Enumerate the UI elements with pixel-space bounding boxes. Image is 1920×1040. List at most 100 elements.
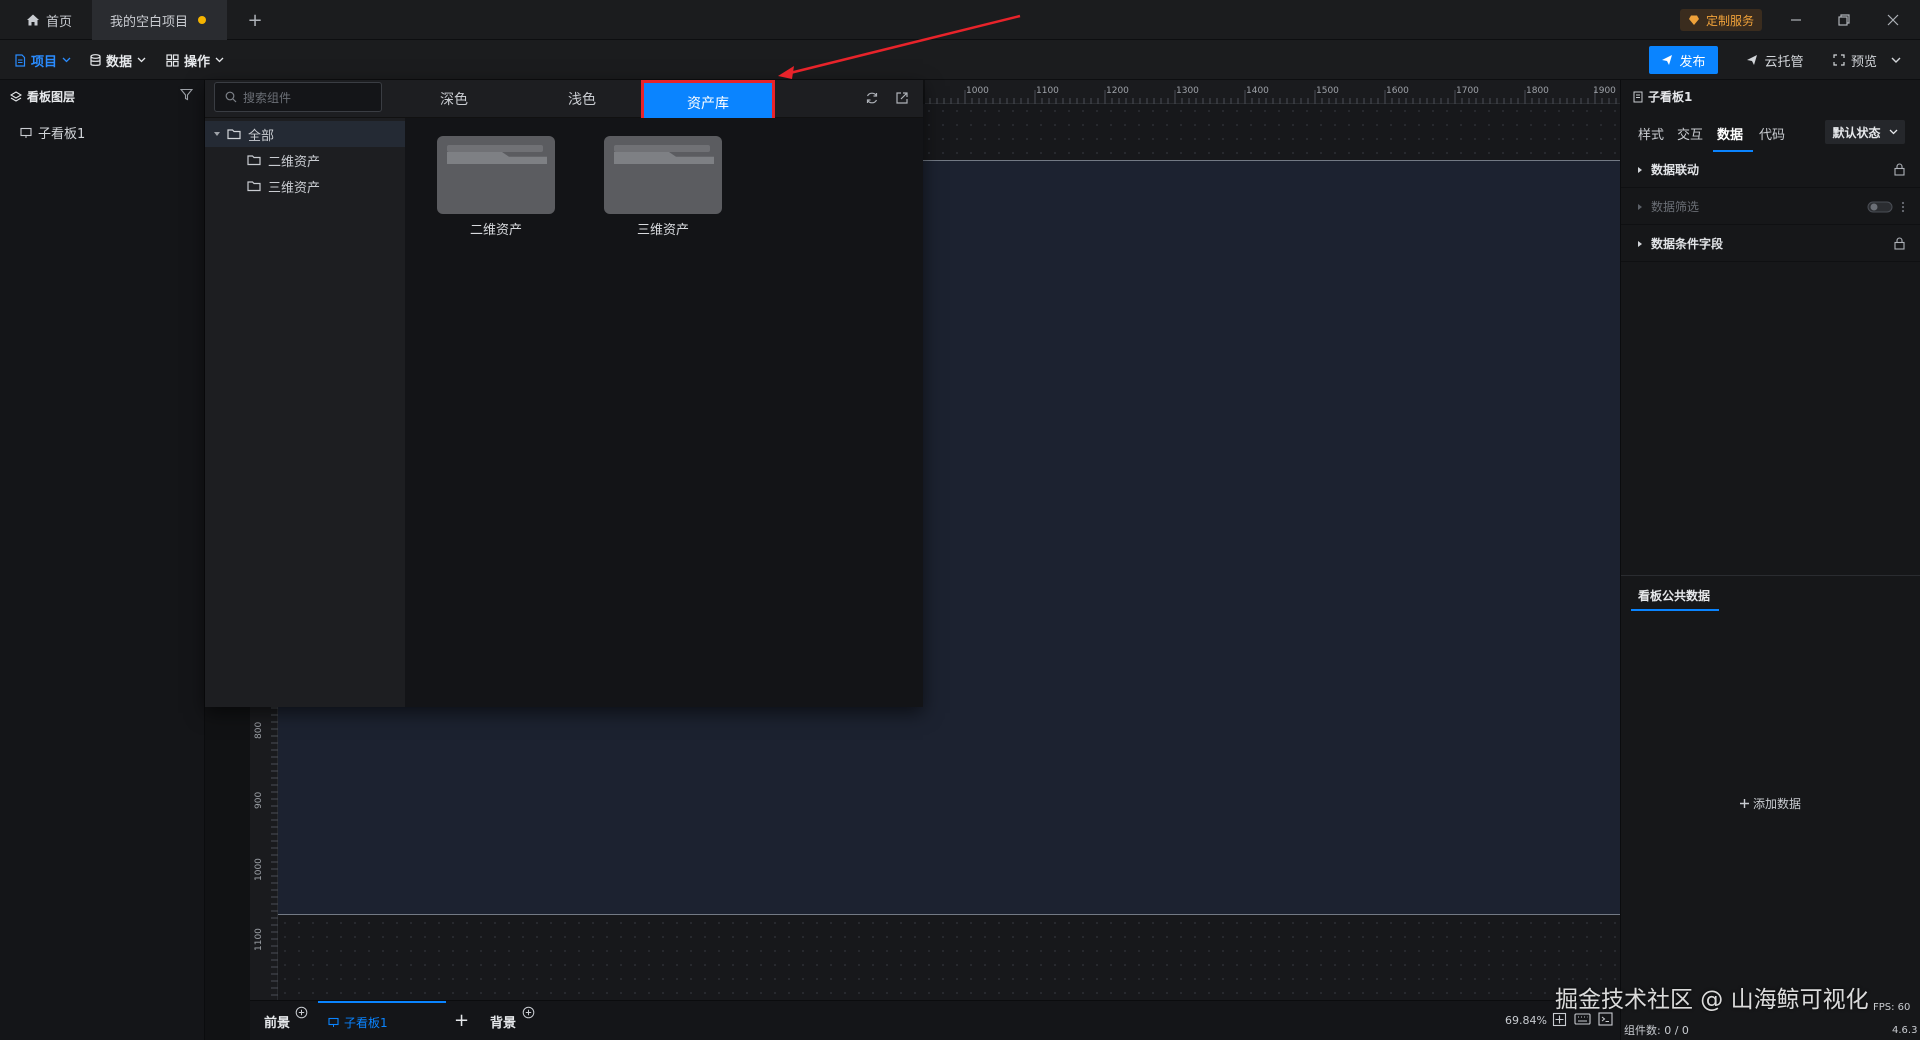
unsaved-dot	[198, 16, 207, 24]
more-vertical-icon[interactable]	[1901, 201, 1905, 213]
property-panel-title: 子看板1	[1648, 90, 1693, 104]
keyboard-icon[interactable]	[1574, 1013, 1591, 1029]
ruler-tick-label: 1700	[1456, 86, 1479, 96]
ruler-tick-label: 900	[254, 791, 264, 809]
board-icon	[20, 127, 32, 139]
caret-right-icon	[1637, 240, 1643, 248]
ruler-tick-label: 1000	[966, 86, 989, 96]
menu-project[interactable]: 项目	[14, 50, 71, 70]
restore-icon	[1838, 14, 1850, 26]
refresh-button[interactable]	[865, 91, 879, 109]
tab-dark[interactable]: 深色	[399, 80, 509, 118]
home-icon	[26, 13, 40, 27]
asset-popup-header: 搜索组件 深色 浅色 资产库	[205, 80, 923, 126]
menu-operation-label: 操作	[184, 54, 211, 70]
tree-item-2d-label: 二维资产	[268, 154, 321, 170]
tab-data[interactable]: 数据	[1717, 124, 1743, 143]
version-label: 4.6.3	[1892, 1025, 1918, 1036]
scene-bar: 前景 子看板1 + 背景 69.84%	[250, 1000, 1620, 1040]
folder-icon	[247, 180, 262, 192]
tab-public-data[interactable]: 看板公共数据	[1638, 587, 1710, 604]
tab-home-label: 首页	[46, 14, 73, 30]
search-input[interactable]: 搜索组件	[214, 82, 382, 112]
fit-screen-icon[interactable]	[1552, 1012, 1567, 1031]
add-data-button[interactable]: 添加数据	[1739, 795, 1801, 812]
search-placeholder: 搜索组件	[243, 90, 292, 105]
ruler-tick-label: 1400	[1246, 86, 1269, 96]
section-label: 数据条件字段	[1651, 237, 1724, 251]
state-select[interactable]: 默认状态	[1825, 120, 1905, 144]
tree-item-all[interactable]: 全部	[205, 121, 405, 147]
terminal-icon[interactable]	[1598, 1012, 1613, 1030]
asset-folder-2d[interactable]: 二维资产	[437, 136, 555, 238]
tab-style[interactable]: 样式	[1638, 124, 1664, 143]
tab-home[interactable]: 首页	[8, 0, 90, 40]
add-sub-board-button[interactable]: +	[454, 1012, 469, 1030]
folder-open-icon	[227, 128, 242, 140]
folder-icon	[247, 154, 262, 166]
ruler-tick-label: 1600	[1386, 86, 1409, 96]
section-data-filter[interactable]: 数据筛选	[1621, 189, 1920, 225]
layer-item[interactable]: 子看板1	[20, 123, 85, 142]
foreground-tab[interactable]: 前景	[264, 1012, 290, 1031]
add-circle-icon[interactable]	[295, 1006, 308, 1023]
asset-folder-3d[interactable]: 三维资产	[604, 136, 722, 238]
layer-panel: 看板图层 子看板1	[0, 80, 205, 1040]
send-icon	[1746, 54, 1758, 66]
restore-button[interactable]	[1829, 8, 1859, 32]
zoom-level[interactable]: 69.84%	[1505, 1014, 1547, 1027]
tab-project-label: 我的空白项目	[110, 14, 189, 30]
active-tab-indicator	[1631, 609, 1719, 611]
ruler-tick-label: 800	[254, 721, 264, 739]
search-icon	[225, 91, 237, 103]
section-data-linkage[interactable]: 数据联动	[1621, 152, 1920, 188]
ruler-tick-label: 1300	[1176, 86, 1199, 96]
tab-code[interactable]: 代码	[1759, 124, 1785, 143]
chevron-down-icon	[62, 57, 71, 63]
cloud-hosting-button[interactable]: 云托管	[1730, 46, 1820, 74]
tab-interaction[interactable]: 交互	[1677, 124, 1703, 143]
caret-down-icon	[213, 130, 221, 138]
send-icon	[1661, 54, 1673, 66]
lock-icon[interactable]	[1894, 237, 1905, 250]
tree-item-2d[interactable]: 二维资产	[247, 147, 320, 173]
component-count: 组件数: 0 / 0	[1624, 1024, 1689, 1037]
publish-button[interactable]: 发布	[1649, 46, 1718, 74]
chevron-down-icon	[215, 57, 224, 63]
custom-service-button[interactable]: 定制服务	[1680, 9, 1763, 31]
filter-button[interactable]	[179, 88, 194, 105]
asset-popup: 搜索组件 深色 浅色 资产库 全部 二维资产 三维资产 二维资产 三维资产	[205, 80, 923, 707]
preview-button[interactable]: 预览	[1822, 46, 1912, 74]
database-icon	[90, 53, 101, 67]
new-tab-button[interactable]: +	[245, 10, 265, 31]
menu-operation[interactable]: 操作	[166, 50, 224, 70]
minimize-button[interactable]	[1781, 8, 1811, 32]
menu-data[interactable]: 数据	[90, 50, 146, 70]
asset-tree: 全部 二维资产 三维资产	[205, 118, 405, 707]
external-link-icon	[896, 92, 908, 104]
ruler-tick-label: 1900	[1593, 86, 1616, 96]
tab-project[interactable]: 我的空白项目	[92, 0, 227, 40]
tree-item-3d-label: 三维资产	[268, 180, 321, 196]
tab-asset-library-label: 资产库	[687, 96, 729, 112]
export-button[interactable]	[895, 91, 909, 109]
ruler-left: 800 900 1000 1100	[250, 705, 278, 1000]
property-panel-header: 子看板1	[1633, 88, 1692, 105]
lock-icon[interactable]	[1894, 163, 1905, 176]
menu-data-label: 数据	[106, 54, 133, 70]
close-button[interactable]	[1878, 8, 1908, 32]
folder-thumbnail-icon	[437, 136, 555, 214]
sub-board-tab[interactable]: 子看板1	[318, 1001, 446, 1040]
tree-item-3d[interactable]: 三维资产	[247, 173, 320, 199]
close-icon	[1887, 14, 1899, 26]
background-tab[interactable]: 背景	[490, 1012, 516, 1031]
custom-service-label: 定制服务	[1706, 13, 1755, 28]
add-circle-icon[interactable]	[522, 1006, 535, 1023]
asset-folder-label: 三维资产	[636, 223, 689, 238]
folder-thumbnail-icon	[604, 136, 722, 214]
sub-board-label: 子看板1	[344, 1015, 388, 1030]
section-data-condition-fields[interactable]: 数据条件字段	[1621, 226, 1920, 262]
tab-light[interactable]: 浅色	[527, 80, 637, 118]
toggle-switch[interactable]	[1867, 201, 1893, 213]
ruler-tick-label: 1500	[1316, 86, 1339, 96]
